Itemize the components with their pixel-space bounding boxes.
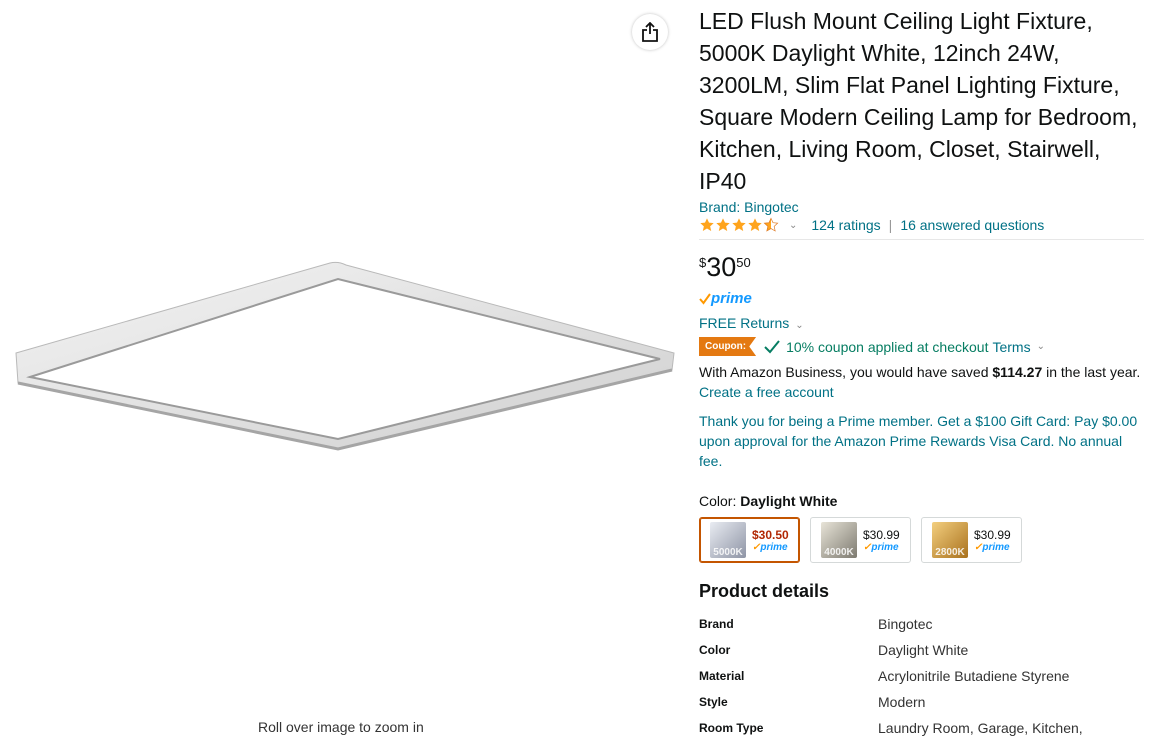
details-key: Material bbox=[699, 669, 745, 683]
create-account-link[interactable]: Create a free account bbox=[699, 384, 834, 400]
star-icon bbox=[700, 218, 714, 231]
details-row: Material Acrylonitrile Butadiene Styrene bbox=[699, 663, 1144, 689]
swatch-badge: 5000K bbox=[713, 547, 743, 558]
checkmark-icon bbox=[764, 339, 780, 353]
price: $ 30 50 bbox=[699, 252, 1144, 282]
color-label-prefix: Color: bbox=[699, 493, 737, 509]
prime-label: prime bbox=[711, 290, 752, 307]
color-label: Color: Daylight White bbox=[699, 493, 1144, 509]
prime-check-icon bbox=[699, 292, 711, 305]
swatch-image: 5000K bbox=[710, 522, 746, 558]
color-swatch-4000k[interactable]: 4000K $30.99 ✓prime bbox=[810, 517, 911, 563]
chevron-down-icon: ⌄ bbox=[795, 320, 804, 331]
details-row: Brand Bingotec bbox=[699, 611, 1144, 637]
swatch-badge: 4000K bbox=[824, 547, 854, 558]
swatch-badge: 2800K bbox=[935, 547, 965, 558]
business-amount: $114.27 bbox=[992, 364, 1043, 380]
color-selected: Daylight White bbox=[740, 493, 838, 509]
swatch-price: $30.99 bbox=[974, 527, 1011, 542]
coupon-row: Coupon: 10% coupon applied at checkout T… bbox=[699, 337, 1144, 356]
free-returns-label: FREE Returns bbox=[699, 315, 790, 331]
image-pane: Roll over image to zoom in bbox=[0, 0, 690, 748]
product-info: LED Flush Mount Ceiling Light Fixture, 5… bbox=[699, 0, 1144, 741]
details-key: Brand bbox=[699, 617, 734, 631]
questions-link[interactable]: 16 answered questions bbox=[900, 217, 1044, 233]
star-icon bbox=[748, 218, 762, 231]
details-value: Acrylonitrile Butadiene Styrene bbox=[878, 668, 1070, 684]
details-heading: Product details bbox=[699, 581, 830, 601]
swatch-info: $30.50 ✓prime bbox=[752, 528, 789, 553]
swatch-info: $30.99 ✓prime bbox=[974, 528, 1011, 553]
swatch-price: $30.50 bbox=[752, 527, 789, 542]
coupon-text: 10% coupon applied at checkout bbox=[786, 338, 989, 355]
swatch-prime: ✓prime bbox=[863, 542, 900, 553]
details-row: Color Daylight White bbox=[699, 637, 1144, 663]
details-key: Room Type bbox=[699, 721, 764, 735]
business-suffix: in the last year. bbox=[1046, 364, 1141, 380]
share-button[interactable] bbox=[632, 14, 668, 50]
color-swatch-5000k[interactable]: 5000K $30.50 ✓prime bbox=[699, 517, 800, 563]
details-value: Laundry Room, Garage, Kitchen, bbox=[878, 720, 1083, 736]
price-fraction: 50 bbox=[736, 255, 751, 270]
prime-card-offer[interactable]: Thank you for being a Prime member. Get … bbox=[699, 411, 1144, 471]
swatch-image: 2800K bbox=[932, 522, 968, 558]
separator: | bbox=[888, 217, 893, 233]
product-title: LED Flush Mount Ceiling Light Fixture, 5… bbox=[699, 8, 1138, 194]
price-whole: 30 bbox=[706, 252, 737, 282]
brand-link[interactable]: Brand: Bingotec bbox=[699, 199, 1144, 215]
zoom-hint: Roll over image to zoom in bbox=[258, 719, 424, 735]
details-key: Style bbox=[699, 695, 728, 709]
price-symbol: $ bbox=[699, 255, 707, 270]
details-value: Bingotec bbox=[878, 616, 933, 632]
prime-badge: prime bbox=[699, 290, 1144, 307]
swatch-info: $30.99 ✓prime bbox=[863, 528, 900, 553]
details-row: Style Modern bbox=[699, 689, 1144, 715]
ceiling-light-image[interactable] bbox=[8, 255, 680, 465]
business-prefix: With Amazon Business, you would have sav… bbox=[699, 364, 989, 380]
star-icon bbox=[732, 218, 746, 231]
swatch-prime-label: prime bbox=[871, 541, 899, 553]
coupon-badge: Coupon: bbox=[699, 337, 757, 356]
details-value: Daylight White bbox=[878, 642, 969, 658]
swatch-price: $30.99 bbox=[863, 527, 900, 542]
star-rating[interactable] bbox=[699, 217, 779, 233]
free-returns[interactable]: FREE Returns ⌄ bbox=[699, 315, 1144, 331]
swatch-prime-label: prime bbox=[760, 541, 788, 553]
swatch-prime: ✓prime bbox=[752, 542, 789, 553]
swatch-prime-label: prime bbox=[982, 541, 1010, 553]
chevron-down-icon[interactable]: ⌄ bbox=[1037, 341, 1045, 352]
details-row: Room Type Laundry Room, Garage, Kitchen, bbox=[699, 715, 1144, 741]
chevron-down-icon[interactable]: ⌄ bbox=[789, 220, 797, 231]
swatch-prime: ✓prime bbox=[974, 542, 1011, 553]
details-key: Color bbox=[699, 643, 731, 657]
details-table: Brand Bingotec Color Daylight White Mate… bbox=[699, 611, 1144, 741]
color-swatch-2800k[interactable]: 2800K $30.99 ✓prime bbox=[921, 517, 1022, 563]
coupon-terms-link[interactable]: Terms bbox=[992, 339, 1030, 355]
star-icon bbox=[716, 218, 730, 231]
ratings-link[interactable]: 124 ratings bbox=[811, 217, 880, 233]
rating-row: ⌄ 124 ratings | 16 answered questions bbox=[699, 217, 1144, 240]
details-value: Modern bbox=[878, 694, 926, 710]
half-star-icon bbox=[763, 217, 779, 232]
business-savings: With Amazon Business, you would have sav… bbox=[699, 362, 1144, 402]
swatch-image: 4000K bbox=[821, 522, 857, 558]
share-icon bbox=[642, 22, 658, 42]
color-swatches: 5000K $30.50 ✓prime 4000K $30.99 ✓prime … bbox=[699, 517, 1144, 563]
